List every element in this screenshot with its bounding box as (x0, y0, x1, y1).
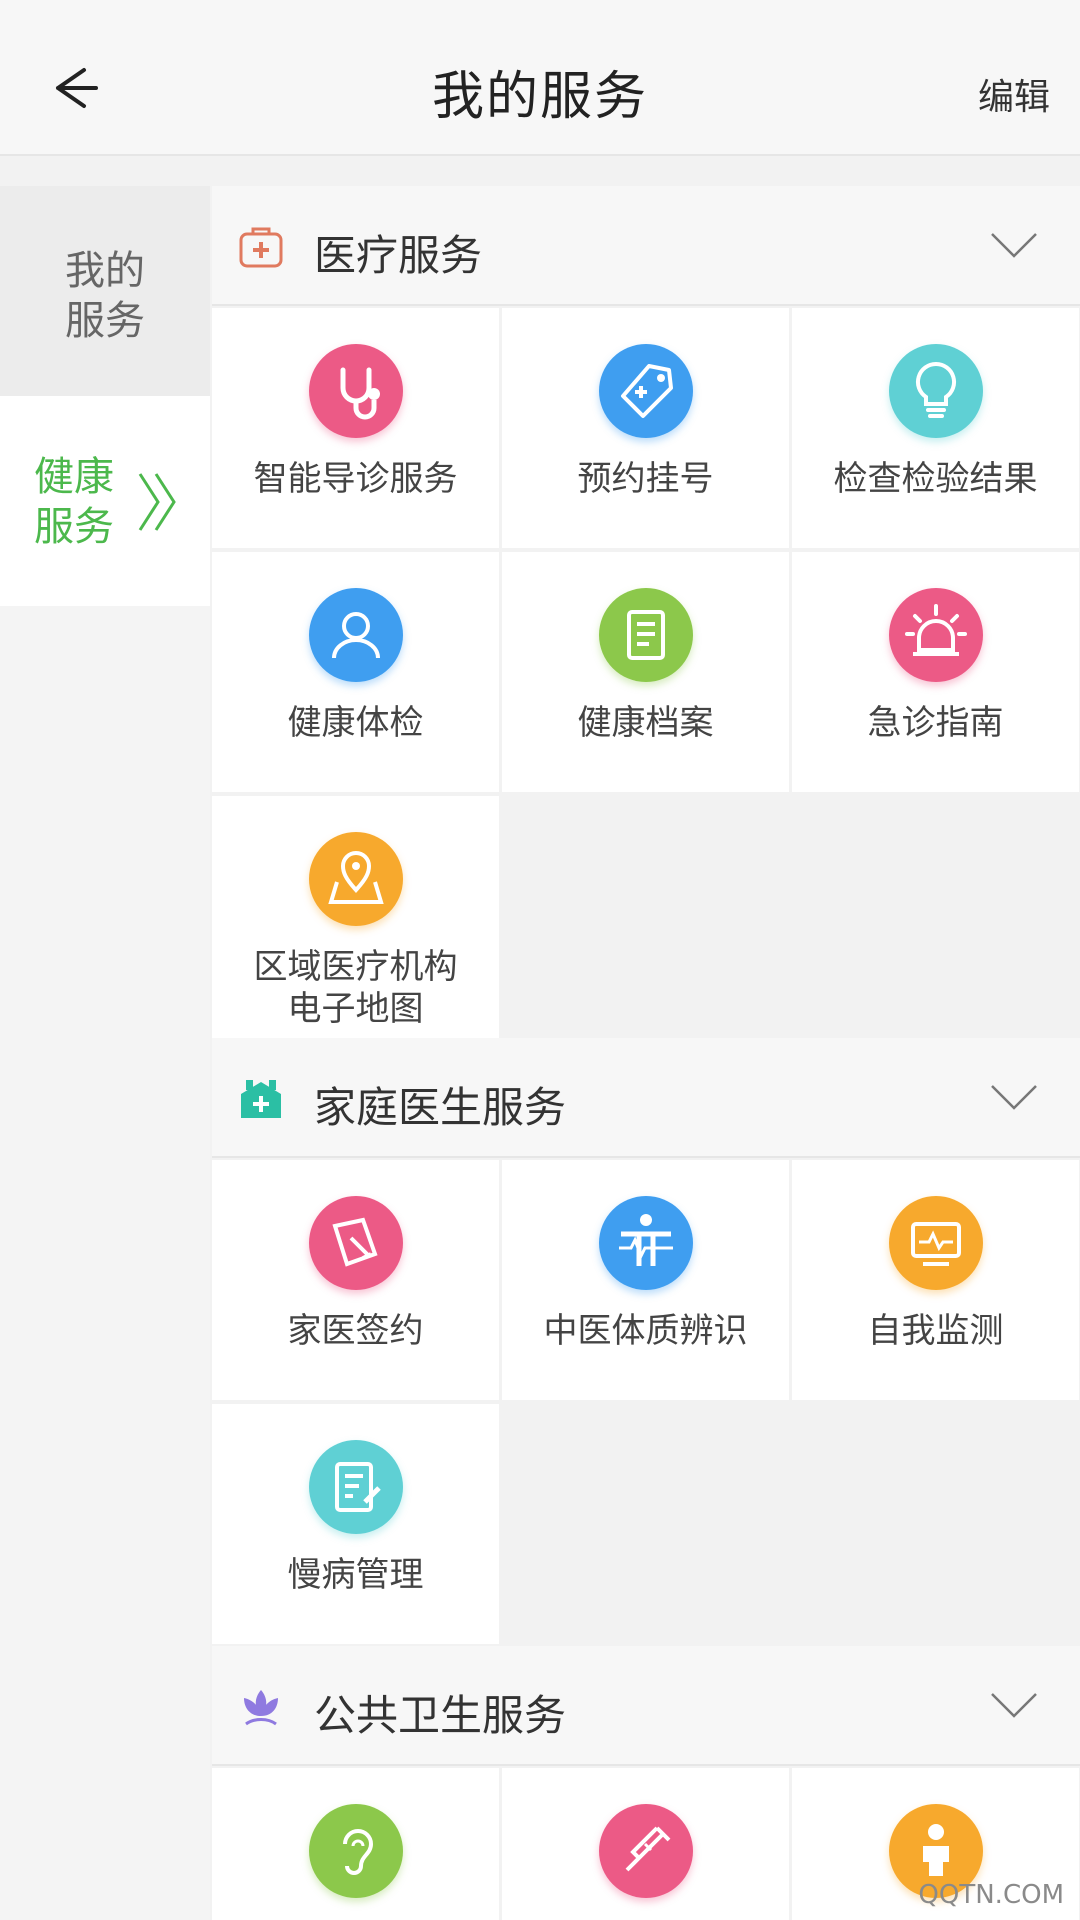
medical-kit-icon (239, 227, 283, 268)
service-tile[interactable]: 健康体检 (212, 552, 499, 792)
service-label: 检查检验结果 (833, 459, 1038, 499)
service-tile[interactable]: 慢病管理 (212, 1404, 499, 1644)
chevron-down-icon[interactable] (990, 1690, 1038, 1720)
service-tile[interactable]: 智能导诊服务 (212, 308, 499, 548)
category-sidebar: 我的 服务 健康 服务 (0, 186, 210, 1920)
section-title: 家庭医生服务 (314, 1083, 567, 1132)
service-tile[interactable]: 中医体质辨识 (502, 1160, 789, 1400)
lightbulb-icon (888, 344, 983, 438)
sidebar-item-label: 我的 服务 (65, 248, 145, 344)
section-title: 医疗服务 (314, 231, 483, 280)
service-tile[interactable]: 自我监测 (792, 1160, 1079, 1400)
service-tile[interactable]: 家医签约 (212, 1160, 499, 1400)
section-title: 公共卫生服务 (314, 1691, 567, 1740)
tag-icon (598, 344, 693, 438)
chevron-down-icon[interactable] (990, 230, 1038, 260)
service-label: 健康体检 (287, 703, 424, 743)
service-label: 健康档案 (577, 703, 714, 743)
service-tile[interactable]: 预约挂号 (502, 308, 789, 548)
service-tile[interactable]: 急诊指南 (792, 552, 1079, 792)
siren-icon (888, 588, 983, 682)
section-header-public-health[interactable]: 公共卫生服务 (212, 1646, 1080, 1766)
service-label: 中医体质辨识 (543, 1311, 748, 1351)
lotus-icon (244, 1690, 278, 1726)
sidebar-item-my-services[interactable]: 我的 服务 (0, 186, 210, 396)
section-header-medical[interactable]: 医疗服务 (212, 186, 1080, 306)
sign-icon (308, 1196, 403, 1290)
house-medical-icon (241, 1080, 281, 1118)
monitor-icon (888, 1196, 983, 1290)
service-tile[interactable]: 区域医疗机构 电子地图 (212, 796, 499, 1040)
document-icon (598, 588, 693, 682)
service-label: 家医签约 (287, 1311, 424, 1351)
chevron-down-icon[interactable] (990, 1082, 1038, 1112)
notes-icon (308, 1440, 403, 1534)
service-label: 慢病管理 (287, 1555, 424, 1595)
service-label: 急诊指南 (867, 703, 1004, 743)
service-tile[interactable] (502, 1768, 789, 1920)
service-tile[interactable]: 检查检验结果 (792, 308, 1079, 548)
service-label: 预约挂号 (577, 459, 714, 499)
service-label: 区域医疗机构 电子地图 (253, 947, 458, 1029)
sidebar-item-label: 健康 服务 (34, 454, 114, 550)
double-chevron-right-icon (138, 473, 176, 531)
stethoscope-icon (308, 344, 403, 438)
body-pulse-icon (598, 1196, 693, 1290)
service-label: 自我监测 (867, 1311, 1004, 1351)
watermark: QQTN.COM (918, 1880, 1064, 1910)
edit-button[interactable]: 编辑 (978, 68, 1050, 120)
service-tile[interactable] (212, 1768, 499, 1920)
syringe-icon (598, 1804, 693, 1898)
page-title: 我的服务 (431, 67, 648, 127)
sidebar-item-health-services[interactable]: 健康 服务 (0, 396, 210, 606)
ear-icon (308, 1804, 403, 1898)
service-label: 智能导诊服务 (253, 459, 458, 499)
section-header-family-doctor[interactable]: 家庭医生服务 (212, 1038, 1080, 1158)
map-pin-icon (308, 832, 403, 926)
person-icon (308, 588, 403, 682)
service-tile[interactable]: 健康档案 (502, 552, 789, 792)
top-bar: 我的服务 编辑 (0, 0, 1080, 156)
